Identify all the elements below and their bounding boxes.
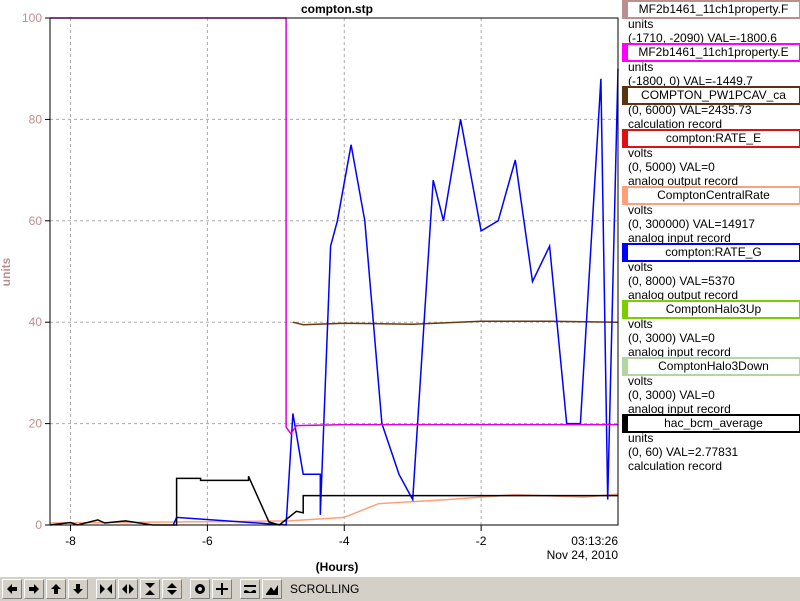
x-tick-label: -8 [65, 534, 76, 548]
legend-item[interactable]: ComptonHalo3Down volts (0, 3000) VAL=0 anal… [621, 357, 800, 416]
legend-detail: volts [628, 203, 653, 217]
legend-detail: units [628, 17, 654, 31]
legend: MF2b1461_11ch1property.F units (-1710, -20… [621, 0, 800, 473]
chart-title: compton.stp [301, 2, 373, 16]
autoscale-button[interactable] [240, 579, 260, 599]
series-line-comptoncentralrate [49, 493, 619, 524]
strip-chart: compton.stp units (Hours) 03:13:26 Nov 2… [0, 2, 619, 574]
zoom-out-horizontal-button[interactable] [118, 579, 138, 599]
legend-detail: volts [628, 317, 653, 331]
y-tick-label: 100 [22, 11, 42, 25]
y-axis-label: units [0, 257, 13, 286]
zoom-in-horizontal-button[interactable] [96, 579, 116, 599]
zoom-in-horizontal-icon [100, 584, 112, 594]
zoom-out-vertical-button[interactable] [162, 579, 182, 599]
arrow-down-icon [73, 584, 83, 594]
legend-detail: (0, 5000) VAL=0 [628, 160, 715, 174]
series-line-compton-pw1pcav-ca [292, 320, 619, 326]
autoscale-icon [244, 585, 256, 593]
y-tick-label: 40 [29, 315, 43, 329]
arrow-right-icon [29, 584, 39, 594]
y-tick-label: 0 [35, 518, 42, 532]
arrow-left-button[interactable] [2, 579, 22, 599]
legend-detail: (0, 8000) VAL=5370 [628, 274, 735, 288]
x-tick-label: -6 [202, 534, 213, 548]
timestamp-date: Nov 24, 2010 [547, 548, 619, 562]
legend-detail: volts [628, 260, 653, 274]
series-line-compton-rate-g [172, 68, 619, 526]
export-button[interactable] [262, 579, 282, 599]
arrow-down-button[interactable] [68, 579, 88, 599]
legend-detail: calculation record [628, 459, 723, 473]
legend-item[interactable]: MF2b1461_11ch1property.E units (-1800, 0) … [621, 43, 800, 88]
scroll-status: SCROLLING [290, 582, 360, 596]
crosshair-button[interactable] [212, 579, 232, 599]
zoom-in-vertical-button[interactable] [140, 579, 160, 599]
legend-item[interactable]: COMPTON_PW1PCAV_ca (0, 6000) VAL=2435.73 c… [621, 86, 800, 131]
timestamp-time: 03:13:26 [571, 534, 618, 548]
y-tick-label: 20 [29, 417, 43, 431]
record-button[interactable] [190, 579, 210, 599]
legend-detail: (0, 60) VAL=2.77831 [628, 445, 739, 459]
legend-detail: (0, 6000) VAL=2435.73 [628, 103, 752, 117]
legend-detail: (0, 300000) VAL=14917 [628, 217, 755, 231]
arrow-left-icon [7, 584, 17, 594]
legend-item[interactable]: compton:RATE_E volts (0, 5000) VAL=0 analog… [621, 129, 800, 188]
y-tick-label: 60 [29, 214, 43, 228]
legend-detail: (0, 3000) VAL=0 [628, 331, 715, 345]
y-tick-label: 80 [29, 112, 43, 126]
x-axis-label: (Hours) [316, 560, 359, 574]
export-icon [266, 585, 278, 595]
plot-frame [49, 17, 619, 526]
legend-item[interactable]: hac_bcm_average units (0, 60) VAL=2.77831 c… [621, 414, 800, 473]
x-tick-label: -2 [476, 534, 487, 548]
legend-detail: volts [628, 374, 653, 388]
zoom-out-horizontal-icon [122, 584, 134, 594]
record-icon [195, 584, 205, 594]
arrow-up-button[interactable] [46, 579, 66, 599]
legend-item[interactable]: MF2b1461_11ch1property.F units (-1710, -20… [621, 0, 800, 45]
legend-detail: (0, 3000) VAL=0 [628, 388, 715, 402]
legend-detail: units [628, 431, 654, 445]
x-tick-label: -4 [339, 534, 350, 548]
legend-detail: volts [628, 146, 653, 160]
zoom-in-vertical-icon [145, 583, 155, 595]
crosshair-icon [216, 583, 228, 595]
legend-item[interactable]: compton:RATE_G volts (0, 8000) VAL=5370 ana… [621, 243, 800, 302]
series-line-mf2b1461-11ch1property-e [50, 17, 618, 436]
arrow-up-icon [51, 584, 61, 594]
zoom-out-vertical-icon [167, 583, 177, 595]
toolbar: SCROLLING [0, 576, 800, 601]
arrow-right-button[interactable] [24, 579, 44, 599]
legend-item[interactable]: ComptonHalo3Up volts (0, 3000) VAL=0 analog… [621, 300, 800, 359]
legend-detail: units [628, 60, 654, 74]
legend-item[interactable]: ComptonCentralRate volts (0, 300000) VAL=1… [621, 186, 800, 245]
